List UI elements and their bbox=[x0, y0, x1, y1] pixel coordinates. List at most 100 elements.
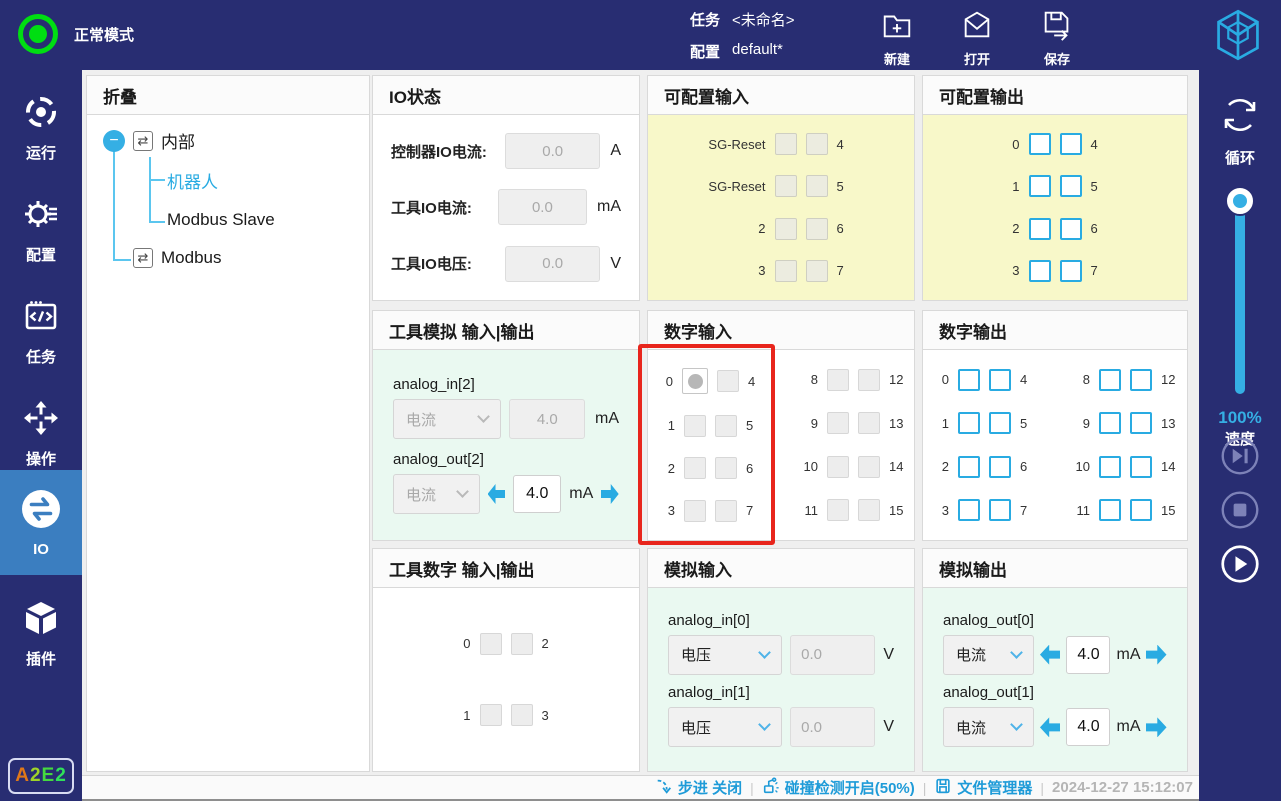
digital-input-checkbox[interactable] bbox=[684, 499, 706, 522]
digital-output-checkbox[interactable] bbox=[958, 499, 980, 522]
config-output-checkbox[interactable] bbox=[1028, 133, 1051, 156]
tool-analog-in-value-field[interactable]: 4.0 bbox=[509, 399, 585, 439]
digital-input-checkbox[interactable] bbox=[717, 370, 739, 393]
sidebar-item-operate[interactable]: 操作 bbox=[0, 398, 82, 469]
collapse-toggle-icon[interactable]: − bbox=[103, 129, 125, 152]
digital-input-checkbox[interactable] bbox=[827, 368, 849, 391]
tool-digital-checkbox[interactable] bbox=[510, 704, 533, 727]
tree-node-label[interactable]: Modbus bbox=[161, 248, 221, 268]
save-button[interactable]: 保存 bbox=[1040, 8, 1074, 68]
digital-input-checkbox[interactable] bbox=[827, 499, 849, 522]
config-output-checkbox[interactable] bbox=[1028, 259, 1051, 282]
increment-arrow-icon[interactable] bbox=[601, 484, 619, 504]
digital-output-checkbox[interactable] bbox=[1130, 499, 1152, 522]
config-output-checkbox[interactable] bbox=[1028, 175, 1051, 198]
digital-input-checkbox[interactable] bbox=[858, 499, 880, 522]
tool-analog-out-value-field[interactable]: 4.0 bbox=[513, 475, 562, 513]
sidebar-item-plugin[interactable]: 插件 bbox=[0, 598, 82, 669]
tool-digital-checkbox[interactable] bbox=[479, 632, 502, 655]
version-badge[interactable]: A2E2 bbox=[8, 758, 74, 794]
digital-input-checkbox[interactable] bbox=[715, 499, 737, 522]
analog-out-1-mode-select[interactable]: 电流 bbox=[943, 707, 1034, 748]
digital-output-checkbox[interactable] bbox=[1130, 368, 1152, 391]
digital-output-checkbox[interactable] bbox=[958, 455, 980, 478]
digital-output-checkbox[interactable] bbox=[1099, 412, 1121, 435]
io-status-value-field[interactable]: 0.0 bbox=[497, 189, 587, 226]
digital-output-checkbox[interactable] bbox=[1099, 455, 1121, 478]
io-status-value-field[interactable]: 0.0 bbox=[505, 245, 601, 282]
tree-node-label[interactable]: 内部 bbox=[161, 128, 195, 153]
loop-mode-button[interactable]: 循环 bbox=[1199, 92, 1281, 168]
io-status-value-field[interactable]: 0.0 bbox=[505, 133, 601, 170]
digital-input-checkbox[interactable] bbox=[827, 412, 849, 435]
open-button[interactable]: 打开 bbox=[960, 8, 994, 68]
digital-input-indicator[interactable] bbox=[682, 368, 708, 395]
speed-slider-handle[interactable] bbox=[1227, 188, 1253, 214]
digital-input-checkbox[interactable] bbox=[684, 457, 706, 480]
analog-out-0-mode-select[interactable]: 电流 bbox=[943, 634, 1034, 675]
digital-input-checkbox[interactable] bbox=[858, 412, 880, 435]
analog-in-1-value-field[interactable]: 0.0 bbox=[790, 707, 876, 748]
digital-input-checkbox[interactable] bbox=[684, 414, 706, 437]
config-output-checkbox[interactable] bbox=[1059, 133, 1082, 156]
config-input-checkbox[interactable] bbox=[805, 259, 828, 282]
config-output-checkbox[interactable] bbox=[1059, 259, 1082, 282]
digital-output-checkbox[interactable] bbox=[989, 455, 1011, 478]
digital-output-checkbox[interactable] bbox=[1099, 499, 1121, 522]
stop-button[interactable] bbox=[1220, 490, 1260, 530]
digital-input-checkbox[interactable] bbox=[858, 368, 880, 391]
digital-output-checkbox[interactable] bbox=[1130, 455, 1152, 478]
new-button[interactable]: 新建 bbox=[880, 8, 914, 68]
step-mode-status[interactable]: 步进 关闭 bbox=[655, 777, 742, 799]
sidebar-item-run[interactable]: 运行 bbox=[0, 92, 82, 163]
digital-input-checkbox[interactable] bbox=[827, 455, 849, 478]
sidebar-item-io[interactable]: IO bbox=[0, 470, 82, 575]
tool-analog-in-mode-select[interactable]: 电流 bbox=[393, 399, 502, 439]
analog-in-0-mode-select[interactable]: 电压 bbox=[668, 634, 783, 675]
analog-in-1-mode-select[interactable]: 电压 bbox=[668, 707, 783, 748]
digital-output-checkbox[interactable] bbox=[958, 368, 980, 391]
analog-out-0-value-field[interactable]: 4.0 bbox=[1066, 635, 1111, 674]
config-output-checkbox[interactable] bbox=[1059, 217, 1082, 240]
decrement-arrow-icon[interactable] bbox=[1039, 717, 1061, 738]
sidebar-item-task[interactable]: 任务 bbox=[0, 296, 82, 367]
increment-arrow-icon[interactable] bbox=[1146, 717, 1167, 737]
sidebar-item-config[interactable]: 配置 bbox=[0, 194, 82, 265]
tree-panel-title[interactable]: 折叠 bbox=[87, 76, 369, 115]
speed-slider[interactable] bbox=[1199, 188, 1281, 398]
collision-detect-status[interactable]: 碰撞检测开启(50%) bbox=[762, 776, 915, 799]
config-output-checkbox[interactable] bbox=[1028, 217, 1051, 240]
tool-digital-checkbox[interactable] bbox=[510, 632, 533, 655]
tree-node-internal[interactable]: − ⇄ 内部 bbox=[103, 128, 195, 153]
config-input-checkbox[interactable] bbox=[774, 175, 797, 198]
speed-slider-track[interactable] bbox=[1235, 200, 1245, 394]
digital-output-checkbox[interactable] bbox=[958, 412, 980, 435]
config-input-checkbox[interactable] bbox=[774, 259, 797, 282]
config-input-checkbox[interactable] bbox=[805, 217, 828, 240]
digital-input-checkbox[interactable] bbox=[715, 457, 737, 480]
analog-out-1-value-field[interactable]: 4.0 bbox=[1066, 708, 1111, 747]
decrement-arrow-icon[interactable] bbox=[487, 484, 506, 504]
digital-input-checkbox[interactable] bbox=[715, 414, 737, 437]
analog-in-0-value-field[interactable]: 0.0 bbox=[790, 634, 876, 675]
digital-output-checkbox[interactable] bbox=[989, 368, 1011, 391]
tree-node-modbus[interactable]: ⇄ Modbus bbox=[133, 248, 221, 268]
decrement-arrow-icon[interactable] bbox=[1039, 644, 1061, 665]
play-button[interactable] bbox=[1220, 544, 1260, 584]
tree-node-modbus-slave[interactable]: Modbus Slave bbox=[167, 210, 275, 230]
config-input-checkbox[interactable] bbox=[774, 217, 797, 240]
tree-node-label[interactable]: 机器人 bbox=[167, 168, 218, 193]
config-input-checkbox[interactable] bbox=[805, 175, 828, 198]
file-manager-button[interactable]: 文件管理器 bbox=[934, 777, 1032, 799]
tree-node-robot[interactable]: 机器人 bbox=[167, 168, 218, 193]
config-output-checkbox[interactable] bbox=[1059, 175, 1082, 198]
config-input-checkbox[interactable] bbox=[774, 133, 797, 156]
digital-output-checkbox[interactable] bbox=[1099, 368, 1121, 391]
config-input-checkbox[interactable] bbox=[805, 133, 828, 156]
tool-analog-out-mode-select[interactable]: 电流 bbox=[393, 474, 480, 514]
digital-output-checkbox[interactable] bbox=[989, 412, 1011, 435]
digital-output-checkbox[interactable] bbox=[1130, 412, 1152, 435]
tree-node-label[interactable]: Modbus Slave bbox=[167, 210, 275, 230]
digital-input-checkbox[interactable] bbox=[858, 455, 880, 478]
digital-output-checkbox[interactable] bbox=[989, 499, 1011, 522]
